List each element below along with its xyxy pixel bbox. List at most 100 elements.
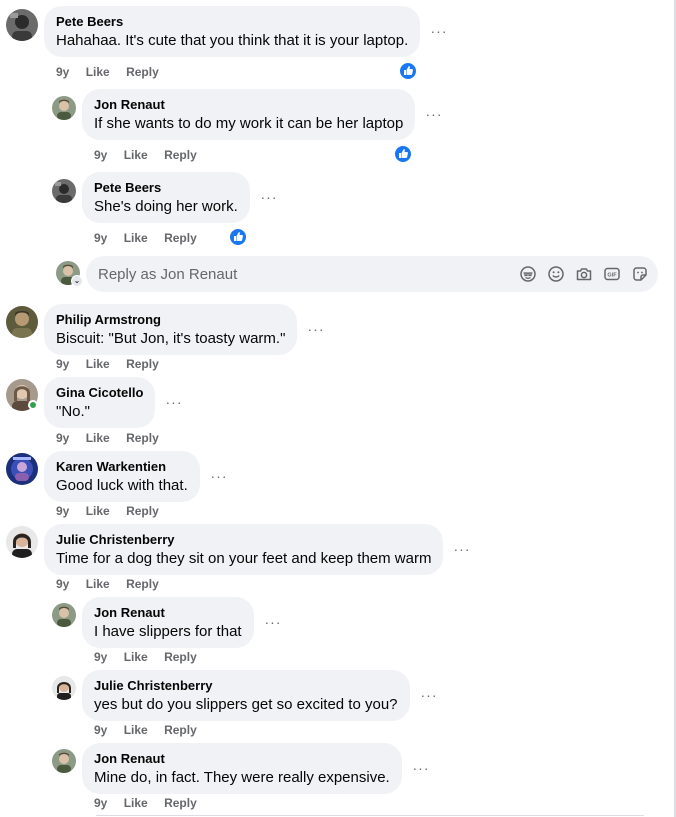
camera-icon[interactable] bbox=[575, 265, 593, 283]
comment-text: Good luck with that. bbox=[56, 477, 188, 494]
comment-actions: 9y Like Reply bbox=[94, 796, 210, 810]
comment-bubble: Julie Christenberry Time for a dog they … bbox=[44, 524, 444, 575]
comment-actions: 9y Like Reply bbox=[56, 577, 172, 591]
comment-text: Hahahaa. It's cute that you think that i… bbox=[56, 32, 409, 49]
reply-button[interactable]: Reply bbox=[164, 231, 197, 245]
avatar[interactable] bbox=[52, 179, 76, 203]
like-button[interactable]: Like bbox=[86, 577, 110, 591]
comment-author[interactable]: Pete Beers bbox=[94, 180, 238, 196]
more-options-button[interactable]: ··· bbox=[207, 469, 231, 485]
comment-age[interactable]: 9y bbox=[56, 577, 69, 591]
comment-actions: 9y Like Reply bbox=[94, 650, 210, 664]
comment-age[interactable]: 9y bbox=[94, 148, 107, 162]
more-options-button[interactable]: ··· bbox=[304, 322, 328, 338]
reply-button[interactable]: Reply bbox=[126, 577, 159, 591]
more-options-button[interactable]: ··· bbox=[409, 761, 433, 777]
comment-actions: 9y Like Reply bbox=[94, 723, 210, 737]
more-options-button[interactable]: ··· bbox=[417, 688, 441, 704]
comment-age[interactable]: 9y bbox=[94, 796, 107, 810]
like-reaction-icon[interactable] bbox=[229, 228, 247, 246]
comment-age[interactable]: 9y bbox=[56, 431, 69, 445]
more-options-button[interactable]: ··· bbox=[261, 615, 285, 631]
more-options-button[interactable]: ··· bbox=[422, 107, 446, 123]
avatar-sticker-icon[interactable] bbox=[519, 265, 537, 283]
reply-button[interactable]: Reply bbox=[164, 650, 197, 664]
reply-composer: ⌄ GIF bbox=[56, 256, 658, 292]
reply-button[interactable]: Reply bbox=[164, 796, 197, 810]
comment-author[interactable]: Jon Renaut bbox=[94, 97, 403, 113]
comment-text: I have slippers for that bbox=[94, 623, 242, 640]
comment-bubble: Gina Cicotello "No." bbox=[44, 377, 156, 428]
comment-age[interactable]: 9y bbox=[56, 357, 69, 371]
comment-bubble: Jon Renaut If she wants to do my work it… bbox=[82, 89, 416, 140]
comment-age[interactable]: 9y bbox=[56, 504, 69, 518]
chevron-down-icon[interactable]: ⌄ bbox=[71, 275, 83, 287]
like-button[interactable]: Like bbox=[86, 65, 110, 79]
avatar[interactable] bbox=[52, 603, 76, 627]
sticker-icon[interactable] bbox=[631, 265, 649, 283]
comment-text: Mine do, in fact. They were really expen… bbox=[94, 769, 390, 786]
more-options-button[interactable]: ··· bbox=[162, 395, 186, 411]
like-reaction-icon[interactable] bbox=[394, 145, 412, 163]
avatar[interactable] bbox=[6, 526, 38, 558]
comment-age[interactable]: 9y bbox=[94, 650, 107, 664]
comment-actions: 9y Like Reply bbox=[56, 431, 172, 445]
avatar[interactable] bbox=[6, 9, 38, 41]
avatar[interactable] bbox=[52, 96, 76, 120]
comment-actions: 9y Like Reply bbox=[56, 504, 172, 518]
comment-bubble: Jon Renaut Mine do, in fact. They were r… bbox=[82, 743, 402, 794]
comment-bubble: Julie Christenberry yes but do you slipp… bbox=[82, 670, 410, 721]
like-button[interactable]: Like bbox=[124, 796, 148, 810]
avatar[interactable] bbox=[6, 306, 38, 338]
like-button[interactable]: Like bbox=[86, 431, 110, 445]
like-button[interactable]: Like bbox=[86, 357, 110, 371]
reply-input[interactable] bbox=[86, 256, 658, 292]
like-button[interactable]: Like bbox=[124, 148, 148, 162]
comment-bubble: Karen Warkentien Good luck with that. bbox=[44, 451, 200, 502]
like-button[interactable]: Like bbox=[124, 231, 148, 245]
comment-bubble: Jon Renaut I have slippers for that bbox=[82, 597, 254, 648]
like-button[interactable]: Like bbox=[124, 723, 148, 737]
reply-button[interactable]: Reply bbox=[126, 357, 159, 371]
comment-bubble: Pete Beers Hahahaa. It's cute that you t… bbox=[44, 6, 421, 57]
more-options-button[interactable]: ··· bbox=[257, 190, 281, 206]
avatar[interactable] bbox=[6, 453, 38, 485]
more-options-button[interactable]: ··· bbox=[450, 542, 474, 558]
like-reaction-icon[interactable] bbox=[399, 62, 417, 80]
avatar[interactable] bbox=[52, 749, 76, 773]
reply-button[interactable]: Reply bbox=[164, 148, 197, 162]
comment-age[interactable]: 9y bbox=[94, 723, 107, 737]
avatar[interactable] bbox=[52, 676, 76, 700]
comment-text: If she wants to do my work it can be her… bbox=[94, 115, 404, 132]
like-button[interactable]: Like bbox=[86, 504, 110, 518]
more-options-button[interactable]: ··· bbox=[427, 24, 451, 40]
gif-icon[interactable]: GIF bbox=[603, 265, 621, 283]
comment-actions: 9y Like Reply bbox=[56, 357, 172, 371]
comment-author[interactable]: Philip Armstrong bbox=[56, 312, 285, 328]
like-button[interactable]: Like bbox=[124, 650, 148, 664]
comment-text: "No." bbox=[56, 403, 90, 420]
comment-author[interactable]: Pete Beers bbox=[56, 14, 408, 30]
comment-author[interactable]: Gina Cicotello bbox=[56, 385, 143, 401]
comment-age[interactable]: 9y bbox=[94, 231, 107, 245]
comment-actions: 9y Like Reply bbox=[56, 65, 172, 79]
comment-author[interactable]: Karen Warkentien bbox=[56, 459, 188, 475]
comment-author[interactable]: Julie Christenberry bbox=[94, 678, 398, 694]
divider bbox=[96, 815, 644, 816]
comment-author[interactable]: Jon Renaut bbox=[94, 751, 390, 767]
reply-button[interactable]: Reply bbox=[164, 723, 197, 737]
comment-age[interactable]: 9y bbox=[56, 65, 69, 79]
emoji-icon[interactable] bbox=[547, 265, 565, 283]
comment-actions: 9y Like Reply bbox=[94, 231, 210, 245]
reply-button[interactable]: Reply bbox=[126, 65, 159, 79]
comment-bubble: Pete Beers She's doing her work. bbox=[82, 172, 250, 223]
reply-button[interactable]: Reply bbox=[126, 431, 159, 445]
comment-author[interactable]: Julie Christenberry bbox=[56, 532, 431, 548]
reply-button[interactable]: Reply bbox=[126, 504, 159, 518]
comment-text: Biscuit: "But Jon, it's toasty warm." bbox=[56, 330, 286, 347]
online-status-indicator bbox=[28, 400, 38, 410]
comment-text: yes but do you slippers get so excited t… bbox=[94, 696, 398, 713]
comment-actions: 9y Like Reply bbox=[94, 148, 210, 162]
comment-text: She's doing her work. bbox=[94, 198, 238, 215]
comment-author[interactable]: Jon Renaut bbox=[94, 605, 242, 621]
